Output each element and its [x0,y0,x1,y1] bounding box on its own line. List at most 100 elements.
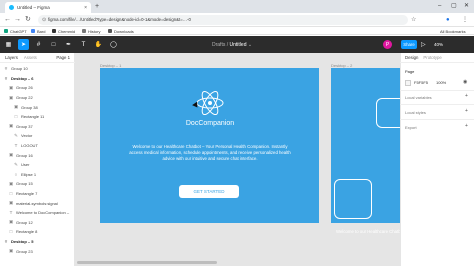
layer-row[interactable]: ▣ Group 16 [0,150,75,160]
tab-assets[interactable]: Assets [24,55,37,60]
bookmark-chatgpt[interactable]: ChatGPT [4,27,27,35]
horizontal-scrollbar[interactable] [77,261,217,264]
bookmark-label: ChatGPT [10,28,27,34]
layer-row[interactable]: # Desktop – 6 [0,74,75,84]
layer-row[interactable]: ▣ Group 12 [0,218,75,228]
file-name[interactable]: Untitled [230,42,247,48]
layer-row[interactable]: ○ Ellipse 1 [0,170,75,180]
minimize-button[interactable]: – [438,2,441,10]
layer-row[interactable]: □ Rectangle 8 [0,227,75,237]
layer-type-icon: # [4,66,8,72]
page-color-value[interactable]: F5F5F5 [414,80,428,85]
layer-row[interactable]: ▣ Group 38 [0,102,75,112]
layer-row[interactable]: □ Rectangle 11 [0,112,75,122]
bookmark-star-icon[interactable]: ☆ [411,16,416,24]
local-variables-label[interactable]: Local variables [405,95,432,100]
local-variables-icon[interactable]: + [465,93,468,99]
bookmark-label: Bard [37,28,46,34]
layer-label: Group 12 [16,219,33,225]
layer-type-icon: ▣ [9,94,14,100]
back-arrow-icon[interactable]: ← [4,16,11,24]
bookmark-label: History [88,28,101,34]
layer-type-icon: ○ [14,171,18,177]
layer-row[interactable]: ▣ Group 15 [0,179,75,189]
layer-row[interactable]: ✎ Vector [0,131,75,141]
forward-arrow-icon[interactable]: → [14,16,21,24]
share-button[interactable]: Share [401,40,417,49]
bookmark-downloads[interactable]: Downloads [108,27,134,35]
reload-icon[interactable]: ↻ [25,16,31,24]
layer-label: Rectangle 8 [16,229,38,235]
text-tool-icon[interactable]: T [78,39,89,50]
url-field[interactable]: figma.com/file/…/Untitled?type=design&no… [38,15,408,25]
bookmark-history[interactable]: History [82,27,100,35]
rectangle-tool-icon[interactable]: □ [48,39,59,50]
figma-menu-icon[interactable]: ▦ [3,39,14,50]
all-bookmarks[interactable]: All Bookmarks [440,27,466,35]
layer-row[interactable]: T LOGOUT [0,141,75,151]
layer-row[interactable]: ▣ Group 26 [0,83,75,93]
layer-row[interactable]: ▣ Group 37 [0,122,75,132]
tab-close-icon[interactable]: × [84,5,87,11]
move-tool-icon[interactable]: ➤ [18,39,29,50]
layer-row[interactable]: T Welcome to DocCompanion – [0,208,75,218]
close-window-button[interactable]: ✕ [464,2,469,10]
layer-label: Group 22 [16,95,33,101]
site-info-icon[interactable]: ⊙ [42,17,46,23]
local-styles-label[interactable]: Local styles [405,110,426,115]
bookmark-label: Chemmid [58,28,76,34]
tab-design[interactable]: Design [405,55,418,60]
all-bookmarks-label: All Bookmarks [440,28,466,34]
tab-prototype[interactable]: Prototype [423,55,441,60]
tab-title: Untitled – Figma [17,5,50,10]
maximize-button[interactable]: ▢ [451,2,457,10]
layer-type-icon: ▣ [14,104,19,110]
profile-avatar-icon[interactable]: ● [446,16,450,24]
add-export-icon[interactable]: + [465,123,468,129]
new-tab-button[interactable]: + [95,3,99,11]
present-play-icon[interactable]: ▷ [421,41,426,48]
comment-tool-icon[interactable]: ◯ [108,39,119,50]
layer-row[interactable]: □ Rectangle 7 [0,189,75,199]
pen-tool-icon[interactable]: ✒ [63,39,74,50]
layer-label: Ellipse 1 [21,171,37,177]
layer-type-icon: □ [14,114,18,120]
frame-tool-icon[interactable]: # [33,39,44,50]
layer-row[interactable]: # Group 10 [0,64,75,74]
hand-tool-icon[interactable]: ✋ [93,39,104,50]
eye-icon[interactable]: ◉ [463,79,467,85]
chevron-down-icon[interactable]: ⌄ [248,42,252,48]
file-path[interactable]: Drafts / Untitled ⌄ [212,42,252,48]
add-style-icon[interactable]: + [465,108,468,114]
brand-name: DocCompanion [185,120,235,127]
layer-row[interactable]: ✎ User [0,160,75,170]
frame-2-welcome-text: Welcome to our Healthcare Chatbot – Inst… [336,229,400,234]
layer-row[interactable]: ▣ material-symbols:signal [0,198,75,208]
layer-type-icon: ✎ [14,132,18,138]
page-selector[interactable]: Page 1 [56,55,70,60]
bookmark-chemmid[interactable]: Chemmid [52,27,75,35]
layer-type-icon: ▣ [9,152,14,158]
layer-type-icon: ▣ [9,200,14,206]
zoom-level[interactable]: 40% [434,42,443,47]
layer-label: Group 38 [21,104,38,110]
chatgpt-icon [4,29,8,33]
layer-row[interactable]: # Desktop – 5 [0,237,75,247]
layer-type-icon: ▣ [9,84,14,90]
browser-menu-icon[interactable]: ⋮ [462,16,468,24]
atom-logo-icon [196,90,224,116]
user-avatar[interactable]: P [383,40,392,49]
layer-type-icon: ▣ [9,180,14,186]
layer-row[interactable]: ▣ Group 22 [0,93,75,103]
bookmark-bard[interactable]: Bard [31,27,45,35]
browser-tab[interactable]: Untitled – Figma × [5,2,91,13]
drafts-link[interactable]: Drafts [212,42,225,48]
tab-layers[interactable]: Layers [5,55,18,60]
page-heading: Page [405,69,415,74]
layer-row[interactable]: ▣ Group 23 [0,246,75,256]
divider [400,119,474,120]
export-label[interactable]: Export [405,125,417,130]
page-color-swatch[interactable] [405,80,411,86]
page-opacity-value[interactable]: 100% [436,80,446,85]
get-started-button[interactable]: GET STARTED [179,185,239,198]
